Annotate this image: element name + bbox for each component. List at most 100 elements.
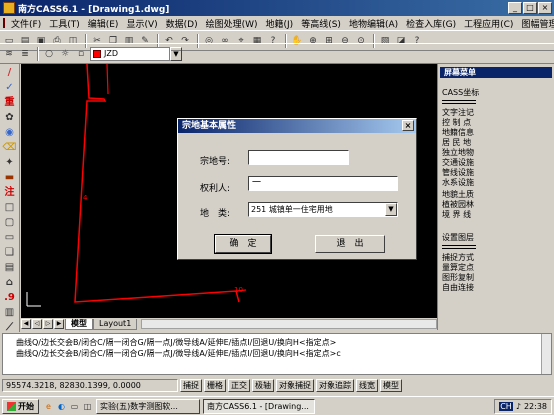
- table-icon[interactable]: ▤: [2, 261, 18, 275]
- command-prompt-line[interactable]: 曲线Q/边长交会B/闭合C/隔一闭合G/隔一点J/微导线A/延伸E/插点I/回退…: [16, 349, 341, 359]
- screen-menu-item[interactable]: 境 界 线: [442, 210, 471, 220]
- layer-state-icon[interactable]: ≣: [18, 47, 32, 61]
- screen-menu-item[interactable]: 独立地物: [442, 148, 474, 158]
- layer-name: JZD: [104, 49, 118, 58]
- menu-drawing[interactable]: 绘图处理(W): [202, 17, 262, 30]
- dialog-close-button[interactable]: ×: [402, 120, 414, 131]
- prev-tab-icon[interactable]: ◁: [32, 319, 42, 329]
- polar-toggle[interactable]: 极轴: [252, 379, 274, 392]
- menu-cadastre[interactable]: 地籍(J): [262, 17, 298, 30]
- media-icon[interactable]: ◐: [56, 401, 67, 412]
- annotate-icon[interactable]: 注: [2, 186, 18, 200]
- field-icon[interactable]: ▥: [2, 306, 18, 320]
- polyline-icon[interactable]: ✓: [2, 81, 18, 95]
- screen-menu-item[interactable]: 居 民 地: [442, 138, 471, 148]
- draw-line-icon[interactable]: /: [2, 66, 18, 80]
- screen-menu-item[interactable]: 地貌土质: [442, 190, 474, 200]
- land-type-select[interactable]: 251 城镇单一住宅用地 ▼: [248, 202, 398, 217]
- lock-icon[interactable]: ▫: [74, 47, 88, 61]
- screen-menu-item[interactable]: 捕捉方式: [442, 253, 474, 263]
- tab-layout1[interactable]: Layout1: [93, 318, 138, 330]
- menu-edit[interactable]: 编辑(E): [84, 17, 123, 30]
- screen-menu-item[interactable]: 水系设施: [442, 178, 474, 188]
- command-window[interactable]: 曲线Q/边长交会B/闭合C/隔一闭合G/隔一点J/微导线A/延伸E/插点I/回退…: [2, 333, 552, 375]
- ok-button[interactable]: 确 定: [214, 234, 272, 254]
- speaker-icon[interactable]: ♪: [516, 402, 521, 411]
- next-tab-icon[interactable]: ▷: [43, 319, 53, 329]
- close-button[interactable]: ×: [538, 2, 552, 14]
- erase-icon[interactable]: ⌫: [2, 141, 18, 155]
- screen-menu-item[interactable]: 量算定点: [442, 263, 474, 273]
- minimize-button[interactable]: _: [508, 2, 522, 14]
- taskbar-item-cass[interactable]: 南方CASS6.1 - [Drawing...: [203, 398, 315, 414]
- desktop-icon[interactable]: ▭: [69, 401, 80, 412]
- snap-toggle[interactable]: 捕捉: [180, 379, 202, 392]
- menu-data[interactable]: 数据(D): [162, 17, 202, 30]
- menu-file[interactable]: 文件(F): [7, 17, 45, 30]
- trim-icon[interactable]: ✦: [2, 156, 18, 170]
- taskbar-item-document[interactable]: 实验(五)数字测图软...: [96, 398, 200, 414]
- screen-menu-title: 屏幕菜单: [440, 67, 552, 78]
- layers-icon[interactable]: ≋: [2, 47, 16, 61]
- square-icon[interactable]: ▢: [2, 216, 18, 230]
- screen-menu-item[interactable]: 管线设施: [442, 168, 474, 178]
- vertex-label: 10: [234, 286, 243, 294]
- last-tab-icon[interactable]: ▶: [54, 319, 64, 329]
- screen-menu-item[interactable]: 设置图层: [442, 233, 474, 243]
- screen-menu-item[interactable]: 文字注记: [442, 108, 474, 118]
- screen-menu-item[interactable]: 植被园林: [442, 200, 474, 210]
- horizontal-scrollbar[interactable]: [141, 319, 437, 329]
- start-button[interactable]: 开始: [2, 398, 39, 414]
- cass-app-icon[interactable]: [3, 2, 15, 14]
- vertex-label: 4: [83, 194, 88, 202]
- toolbar-separator: [37, 46, 39, 61]
- cass-icon[interactable]: ◫: [82, 401, 93, 412]
- hatch-icon[interactable]: ▬: [2, 171, 18, 185]
- screen-menu-item[interactable]: CASS坐标: [442, 88, 479, 98]
- menu-view[interactable]: 显示(V): [122, 17, 161, 30]
- redraw-icon[interactable]: 重: [2, 96, 18, 110]
- owner-input[interactable]: 一: [248, 176, 398, 191]
- osnap-toggle[interactable]: 对象捕捉: [276, 379, 314, 392]
- menu-feature-edit[interactable]: 地物编辑(A): [345, 17, 402, 30]
- exit-button[interactable]: 退 出: [315, 235, 385, 253]
- layer-dropdown[interactable]: JZD: [90, 46, 170, 61]
- block-icon[interactable]: ▭: [2, 231, 18, 245]
- menu-tools[interactable]: 工具(T): [45, 17, 84, 30]
- menu-engineering[interactable]: 工程应用(C): [460, 17, 517, 30]
- document-icon[interactable]: [3, 18, 5, 28]
- plant-icon[interactable]: ✿: [2, 111, 18, 125]
- menu-divider: [442, 245, 476, 249]
- screen-menu-item[interactable]: 地籍信息: [442, 128, 474, 138]
- maximize-button[interactable]: □: [523, 2, 537, 14]
- chevron-down-icon[interactable]: ▼: [170, 46, 182, 61]
- screen-menu-item[interactable]: 自由连接: [442, 283, 474, 293]
- circle-tool-icon[interactable]: ◉: [2, 126, 18, 140]
- command-scrollbar[interactable]: [541, 334, 551, 374]
- tab-model[interactable]: 模型: [65, 318, 93, 330]
- parcel-properties-dialog: 宗地基本属性 × 宗地号: 权利人: 一 地 类: 251 城镇单一住宅用地 ▼…: [177, 118, 417, 260]
- otrack-toggle[interactable]: 对象追踪: [316, 379, 354, 392]
- input-language-indicator[interactable]: CH: [499, 402, 513, 411]
- chevron-down-icon[interactable]: ▼: [385, 203, 397, 216]
- sun-icon[interactable]: ☼: [58, 47, 72, 61]
- menu-check[interactable]: 检查入库(G): [402, 17, 460, 30]
- lineweight-toggle[interactable]: 线宽: [356, 379, 378, 392]
- window-controls: _ □ ×: [508, 2, 552, 14]
- menu-sheet[interactable]: 图幅管理(M): [517, 17, 554, 30]
- screen-menu-item[interactable]: 交通设施: [442, 158, 474, 168]
- bulb-icon[interactable]: ○: [42, 47, 56, 61]
- ortho-toggle[interactable]: 正交: [228, 379, 250, 392]
- browser-icon[interactable]: e: [43, 401, 54, 412]
- screen-menu-item[interactable]: 图形复制: [442, 273, 474, 283]
- house-icon[interactable]: ⌂: [2, 276, 18, 290]
- grid-toggle[interactable]: 栅格: [204, 379, 226, 392]
- screen-menu-item[interactable]: 控 制 点: [442, 118, 471, 128]
- first-tab-icon[interactable]: ◀: [21, 319, 31, 329]
- parcel-number-input[interactable]: [248, 150, 349, 165]
- copy-object-icon[interactable]: ❏: [2, 246, 18, 260]
- model-toggle[interactable]: 模型: [380, 379, 402, 392]
- menu-contour[interactable]: 等高线(S): [297, 17, 345, 30]
- rectangle-icon[interactable]: □: [2, 201, 18, 215]
- number-icon[interactable]: .9: [2, 291, 18, 305]
